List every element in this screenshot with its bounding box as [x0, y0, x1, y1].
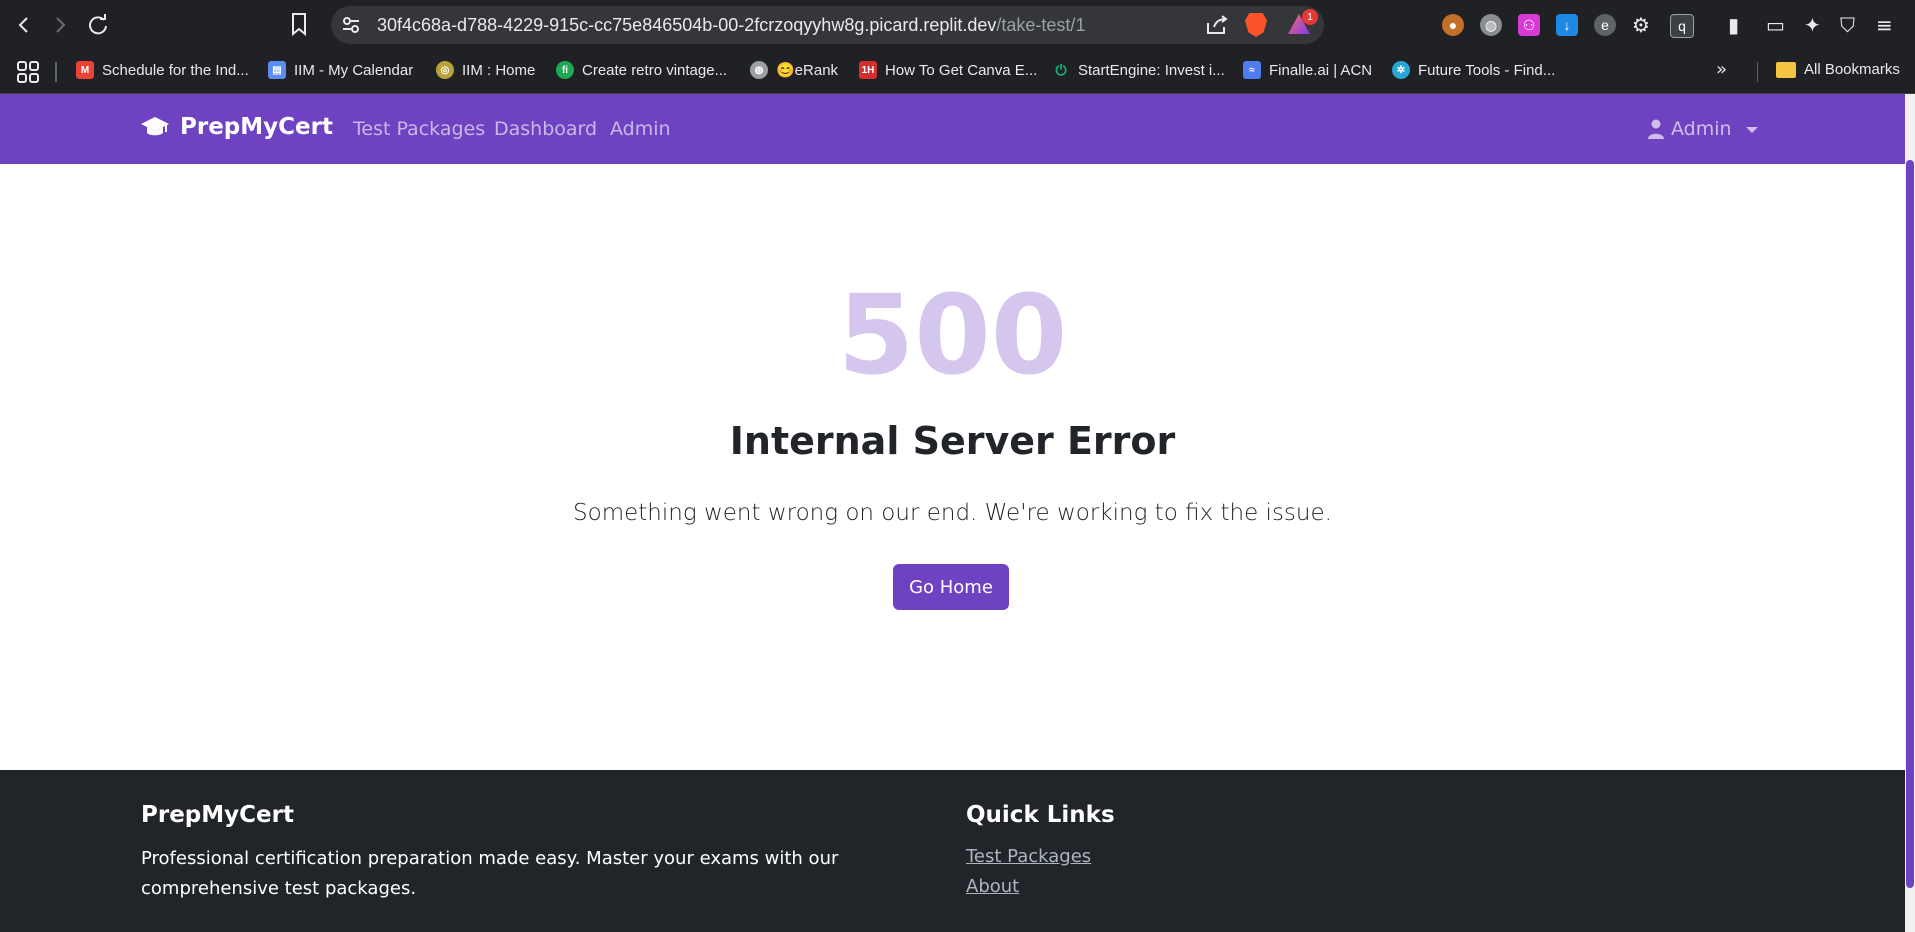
back-button[interactable]: [6, 7, 42, 43]
bookmark-label: IIM : Home: [462, 61, 536, 79]
brand-name: PrepMyCert: [180, 114, 333, 140]
bookmark-label: IIM - My Calendar: [294, 61, 414, 79]
bookmark-label: Create retro vintage...: [582, 61, 728, 79]
footer-link-test-packages[interactable]: Test Packages: [966, 846, 1091, 867]
bookmark-page-button[interactable]: [290, 12, 308, 40]
forward-button[interactable]: [42, 7, 78, 43]
bookmark-label: Finalle.ai | ACN: [1269, 61, 1373, 79]
url-path: /take-test/1: [996, 15, 1086, 35]
all-bookmarks-label: All Bookmarks: [1804, 61, 1900, 78]
nav-admin[interactable]: Admin: [610, 118, 671, 140]
bookmark-item[interactable]: fi Create retro vintage...: [556, 61, 727, 79]
futuretools-icon: ✲: [1392, 61, 1410, 79]
globe-extension-icon[interactable]: ◍: [1480, 14, 1502, 36]
menu-icon[interactable]: ≡: [1876, 13, 1893, 37]
bookmark-label: How To Get Canva E...: [885, 61, 1038, 79]
more-bookmarks-chevron-icon[interactable]: »: [1716, 59, 1727, 80]
url-host: 30f4c68a-d788-4229-915c-cc75e846504b-00-…: [377, 15, 997, 35]
people-extension-icon[interactable]: ⚇: [1518, 14, 1540, 36]
error-code: 500: [837, 271, 1068, 399]
reload-button[interactable]: [80, 7, 116, 43]
bookmarks-bar: M Schedule for the Ind... ▤ IIM - My Calen…: [0, 51, 1915, 94]
leo-ai-icon[interactable]: ✦: [1804, 13, 1821, 37]
calendar-icon: ▤: [268, 61, 286, 79]
error-message: Something went wrong on our end. We're w…: [573, 500, 1332, 526]
error-title: Internal Server Error: [729, 419, 1176, 463]
nav-test-packages[interactable]: Test Packages: [353, 118, 485, 140]
bookmarks-separator: [1757, 62, 1758, 82]
globe-icon: ◍: [750, 61, 768, 79]
bookmark-item[interactable]: 1H How To Get Canva E...: [859, 61, 1037, 79]
app-navbar: PrepMyCert Test Packages Dashboard Admin…: [0, 94, 1905, 164]
bookmark-item[interactable]: ≈ Finalle.ai | ACN: [1243, 61, 1372, 79]
bookmarks-separator: [55, 62, 57, 82]
bookmark-item[interactable]: ✲ Future Tools - Find...: [1392, 61, 1555, 79]
1h-icon: 1H: [859, 61, 877, 79]
nav-dashboard[interactable]: Dashboard: [494, 118, 597, 140]
all-bookmarks-folder[interactable]: All Bookmarks: [1776, 61, 1900, 78]
bookmark-label: Schedule for the Ind...: [102, 61, 249, 79]
footer-brand: PrepMyCert: [141, 802, 294, 828]
extensions-puzzle-icon[interactable]: ⚙: [1632, 13, 1650, 37]
quick-links-heading: Quick Links: [966, 802, 1115, 828]
rewards-badge: 1: [1302, 9, 1318, 25]
share-icon[interactable]: [1206, 15, 1228, 39]
wallet-icon[interactable]: ▭: [1766, 13, 1785, 37]
user-icon: [1648, 119, 1664, 139]
user-dropdown[interactable]: Admin: [1647, 118, 1758, 140]
url-text[interactable]: 30f4c68a-d788-4229-915c-cc75e846504b-00-…: [377, 15, 1085, 36]
browser-toolbar: 30f4c68a-d788-4229-915c-cc75e846504b-00-…: [0, 0, 1915, 51]
e-extension-icon[interactable]: e: [1594, 14, 1616, 36]
fi-icon: fi: [556, 61, 574, 79]
power-icon: ⏻: [1055, 61, 1067, 78]
download-extension-icon[interactable]: ↓: [1556, 14, 1578, 36]
apps-grid-icon[interactable]: [17, 61, 39, 87]
reload-icon: [89, 14, 107, 35]
bookmark-item[interactable]: ▤ IIM - My Calendar: [268, 61, 413, 79]
find-extension-icon[interactable]: q: [1670, 14, 1694, 38]
footer: PrepMyCert Professional certification pr…: [0, 770, 1905, 932]
bookmark-label: Future Tools - Find...: [1418, 61, 1556, 79]
bookmark-item[interactable]: ⏻ StartEngine: Invest i...: [1052, 61, 1225, 79]
forward-arrow-icon: [56, 17, 66, 33]
brand-link[interactable]: PrepMyCert: [140, 114, 333, 140]
iim-icon: ◎: [436, 61, 454, 79]
scrollbar-thumb[interactable]: [1906, 160, 1914, 888]
bookmark-label: 😊eRank: [776, 62, 839, 79]
film-extension-icon[interactable]: ●: [1442, 14, 1464, 36]
back-arrow-icon: [18, 17, 28, 33]
user-name: Admin: [1671, 118, 1732, 140]
address-bar[interactable]: 30f4c68a-d788-4229-915c-cc75e846504b-00-…: [331, 6, 1324, 44]
folder-icon: [1776, 61, 1796, 78]
sidebar-icon[interactable]: ▮: [1728, 13, 1739, 37]
bookmark-item[interactable]: ◍ 😊eRank: [750, 61, 838, 79]
bookmark-icon: [292, 13, 306, 37]
error-container: 500 Internal Server Error Something went…: [0, 164, 1905, 770]
vpn-shield-icon[interactable]: ⛉: [1840, 13, 1855, 37]
finalle-icon: ≈: [1243, 61, 1261, 79]
caret-down-icon: [1745, 127, 1758, 133]
bookmark-label: StartEngine: Invest i...: [1078, 61, 1225, 79]
brave-shields-icon[interactable]: [1245, 13, 1267, 37]
footer-link-about[interactable]: About: [966, 876, 1019, 897]
footer-description: Professional certification preparation m…: [141, 848, 839, 899]
bookmark-item[interactable]: ◎ IIM : Home: [436, 61, 535, 79]
go-home-button[interactable]: Go Home: [893, 564, 1009, 610]
gmail-icon: M: [76, 61, 94, 79]
bookmark-item[interactable]: M Schedule for the Ind...: [76, 61, 249, 79]
graduation-cap-icon: [141, 117, 169, 136]
site-settings-icon[interactable]: [341, 15, 361, 39]
